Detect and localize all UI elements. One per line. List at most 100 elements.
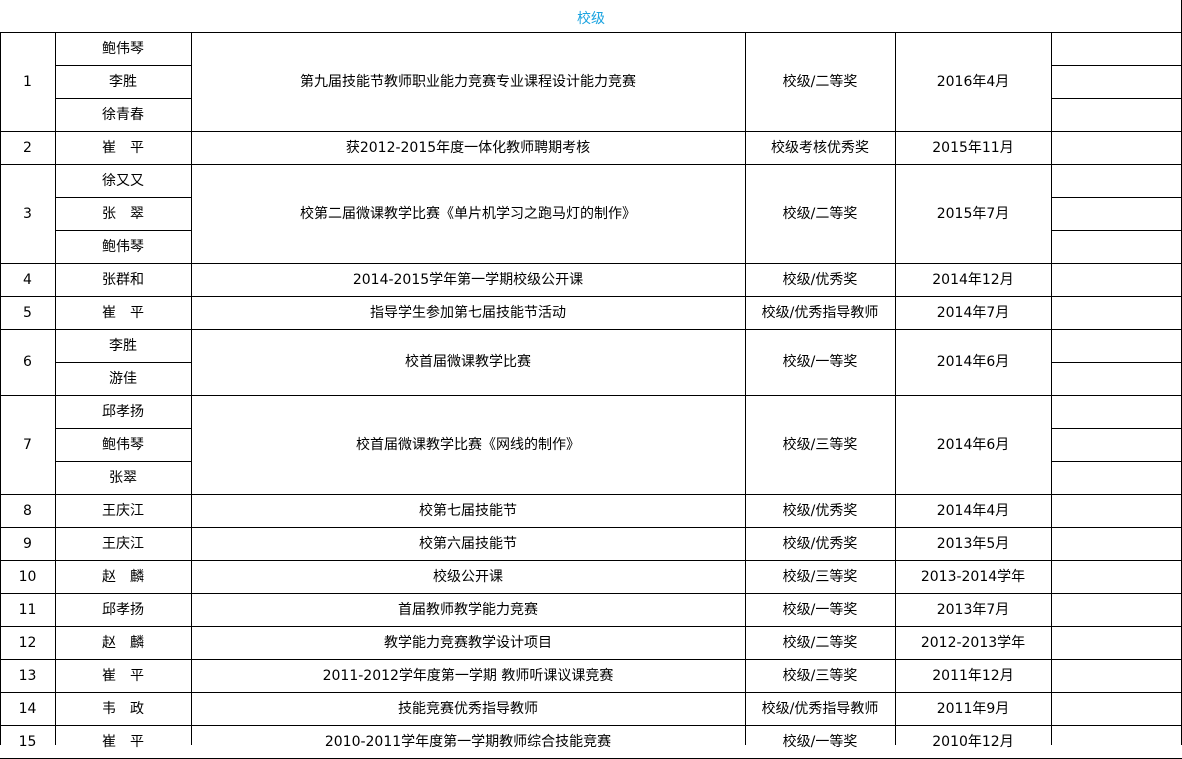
- person-name: 王庆江: [102, 535, 144, 552]
- person-name: 崔 平: [102, 304, 144, 321]
- event-name: 2014-2015学年第一学期校级公开课: [352, 271, 584, 288]
- grid-line: [55, 197, 191, 198]
- person-name: 邱孝扬: [102, 403, 144, 420]
- grid-line: [55, 428, 191, 429]
- row-number: 5: [23, 304, 32, 321]
- grid-line: [55, 98, 191, 99]
- row-number: 14: [18, 700, 37, 717]
- person-name: 李胜: [109, 73, 137, 90]
- grid-line: [55, 230, 191, 231]
- award-level: 校级/三等奖: [782, 667, 858, 684]
- grid-line: [1051, 428, 1181, 429]
- award-date: 2011年12月: [932, 667, 1014, 684]
- award-date: 2016年4月: [936, 73, 1010, 90]
- row-number: 11: [18, 601, 37, 618]
- person-name: 徐又又: [102, 172, 144, 189]
- grid-line: [1051, 461, 1181, 462]
- person-name: 鲍伟琴: [102, 436, 144, 453]
- event-name: 校第二届微课教学比赛《单片机学习之跑马灯的制作》: [300, 205, 636, 222]
- event-name: 获2012-2015年度一体化教师聘期考核: [345, 139, 591, 156]
- award-date: 2014年6月: [936, 436, 1010, 453]
- grid-line: [1051, 230, 1181, 231]
- row-number: 12: [18, 634, 37, 651]
- award-date: 2015年11月: [932, 139, 1014, 156]
- award-date: 2014年12月: [932, 271, 1014, 288]
- grid-line: [1051, 98, 1181, 99]
- person-name: 鲍伟琴: [102, 40, 144, 57]
- person-name: 徐青春: [102, 106, 144, 123]
- award-date: 2014年7月: [936, 304, 1010, 321]
- person-name: 王庆江: [102, 502, 144, 519]
- award-date: 2014年4月: [936, 502, 1010, 519]
- award-level: 校级/二等奖: [782, 634, 858, 651]
- award-date: 2015年7月: [936, 205, 1010, 222]
- grid-line: [895, 32, 896, 745]
- award-level: 校级/三等奖: [782, 568, 858, 585]
- event-name: 2010-2011学年度第一学期教师综合技能竞赛: [324, 733, 612, 750]
- award-level: 校级/一等奖: [782, 733, 858, 750]
- person-name: 张群和: [102, 271, 144, 288]
- section-header: 校级: [577, 11, 605, 27]
- grid-line: [0, 32, 1, 745]
- row-number: 7: [23, 436, 32, 453]
- award-level: 校级/优秀奖: [782, 502, 858, 519]
- award-level: 校级/优秀奖: [782, 271, 858, 288]
- row-number: 4: [23, 271, 32, 288]
- row-number: 15: [18, 733, 37, 750]
- event-name: 校第七届技能节: [419, 502, 517, 519]
- row-number: 2: [23, 139, 32, 156]
- grid-line: [191, 32, 192, 745]
- award-table: 校级 1 鲍伟琴 李胜 徐青春 第九届技能节教师职业能力竞赛专业课程设计能力竞赛 校级/二…: [0, 0, 1182, 759]
- person-name: 崔 平: [102, 667, 144, 684]
- grid-line: [1051, 65, 1181, 66]
- person-name: 李胜: [109, 337, 137, 354]
- grid-line: [1051, 197, 1181, 198]
- grid-line: [55, 65, 191, 66]
- person-name: 鲍伟琴: [102, 238, 144, 255]
- row-number: 3: [23, 205, 32, 222]
- event-name: 校第六届技能节: [419, 535, 517, 552]
- grid-line: [1051, 32, 1052, 745]
- award-level: 校级/一等奖: [782, 601, 858, 618]
- award-level: 校级/二等奖: [782, 205, 858, 222]
- award-level: 校级/优秀指导教师: [761, 304, 879, 321]
- person-name: 赵 麟: [102, 634, 144, 651]
- row-number: 1: [23, 73, 32, 90]
- grid-line: [1051, 362, 1181, 363]
- event-name: 校级公开课: [433, 568, 503, 585]
- row-number: 13: [18, 667, 37, 684]
- person-name: 邱孝扬: [102, 601, 144, 618]
- person-name: 崔 平: [102, 139, 144, 156]
- award-level: 校级/三等奖: [782, 436, 858, 453]
- row-number: 8: [23, 502, 32, 519]
- grid-line: [55, 32, 56, 745]
- award-level: 校级/一等奖: [782, 354, 858, 370]
- row-number: 10: [18, 568, 37, 585]
- person-name: 崔 平: [102, 733, 144, 750]
- person-name: 游佳: [109, 370, 137, 387]
- event-name: 首届教师教学能力竞赛: [398, 601, 538, 618]
- award-date: 2013-2014学年: [920, 568, 1026, 585]
- grid-line: [55, 461, 191, 462]
- award-date: 2011年9月: [936, 700, 1010, 717]
- grid-line: [55, 362, 191, 363]
- award-date: 2010年12月: [932, 733, 1014, 750]
- row-number: 9: [23, 535, 32, 552]
- person-name: 张 翠: [102, 205, 144, 222]
- row-number: 6: [23, 354, 32, 370]
- award-level: 校级/二等奖: [782, 73, 858, 90]
- award-date: 2013年5月: [936, 535, 1010, 552]
- award-level: 校级/优秀指导教师: [761, 700, 879, 717]
- person-name: 赵 麟: [102, 568, 144, 585]
- award-date: 2013年7月: [936, 601, 1010, 618]
- award-date: 2012-2013学年: [920, 634, 1026, 651]
- person-name: 张翠: [109, 469, 137, 486]
- event-name: 指导学生参加第七届技能节活动: [370, 304, 566, 321]
- event-name: 教学能力竞赛教学设计项目: [384, 634, 552, 651]
- person-name: 韦 政: [102, 700, 144, 717]
- event-name: 校首届微课教学比赛: [405, 354, 531, 370]
- award-level: 校级考核优秀奖: [771, 139, 869, 156]
- event-name: 技能竞赛优秀指导教师: [398, 700, 538, 717]
- event-name: 校首届微课教学比赛《网线的制作》: [356, 436, 580, 453]
- event-name: 第九届技能节教师职业能力竞赛专业课程设计能力竞赛: [300, 73, 636, 90]
